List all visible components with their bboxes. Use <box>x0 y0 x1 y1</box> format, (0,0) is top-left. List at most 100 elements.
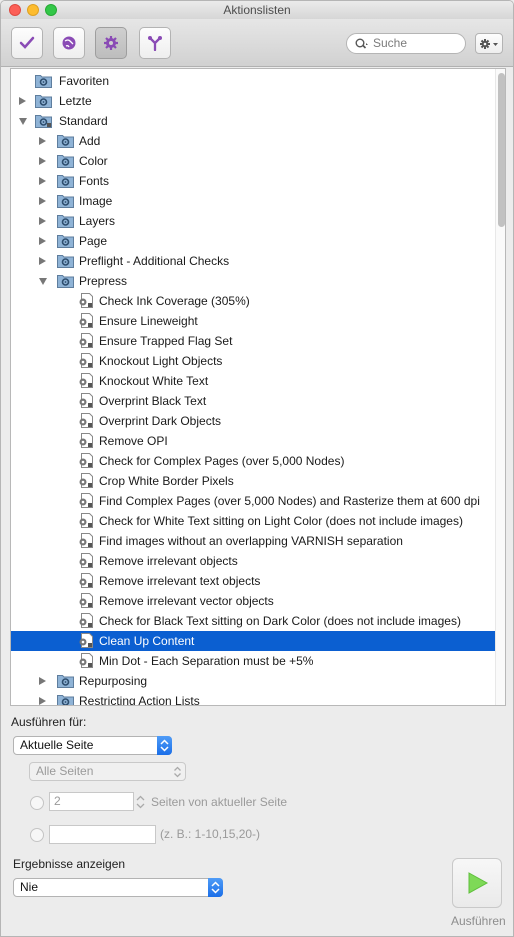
tree-item-label: Overprint Black Text <box>99 394 207 408</box>
folder-icon <box>57 273 74 288</box>
check-button[interactable] <box>11 27 43 59</box>
page-range-hint: (z. B.: 1-10,15,20-) <box>160 827 261 841</box>
run-button-label: Ausführen <box>451 914 506 928</box>
vertical-scrollbar[interactable] <box>495 69 505 705</box>
disclosure-closed-icon[interactable] <box>39 197 46 205</box>
tree-folder[interactable]: Layers <box>11 211 495 231</box>
tree-folder[interactable]: Repurposing <box>11 671 495 691</box>
tree-item-label: Remove irrelevant vector objects <box>99 594 274 608</box>
action-list-item[interactable]: Clean Up Content <box>11 631 495 651</box>
tree-item-label: Image <box>79 194 113 208</box>
tree-item-label: Remove irrelevant text objects <box>99 574 261 588</box>
pages-select[interactable]: Alle Seiten <box>29 762 186 781</box>
gear-menu-button[interactable] <box>475 33 503 54</box>
tree-item-label: Knockout Light Objects <box>99 354 223 368</box>
action-list-item[interactable]: Remove irrelevant objects <box>11 551 495 571</box>
run-for-select[interactable]: Aktuelle Seite <box>13 736 172 755</box>
folder-icon <box>35 93 52 108</box>
action-list-icon <box>77 553 94 568</box>
tree-item-label: Color <box>79 154 108 168</box>
action-list-item[interactable]: Find images without an overlapping VARNI… <box>11 531 495 551</box>
action-list-icon <box>77 653 94 668</box>
zoom-window-button[interactable] <box>45 4 57 16</box>
action-list-item[interactable]: Remove irrelevant text objects <box>11 571 495 591</box>
action-list-item[interactable]: Remove irrelevant vector objects <box>11 591 495 611</box>
action-list-item[interactable]: Crop White Border Pixels <box>11 471 495 491</box>
page-range-field[interactable] <box>49 825 156 844</box>
action-list-item[interactable]: Overprint Dark Objects <box>11 411 495 431</box>
disclosure-closed-icon[interactable] <box>39 177 46 185</box>
action-list-item[interactable]: Remove OPI <box>11 431 495 451</box>
disclosure-closed-icon[interactable] <box>39 217 46 225</box>
folder-icon <box>57 673 74 688</box>
tree-folder[interactable]: Page <box>11 231 495 251</box>
search-input[interactable]: Suche <box>346 33 466 54</box>
pages-count-field[interactable]: 2 <box>49 792 145 811</box>
close-window-button[interactable] <box>9 4 21 16</box>
disclosure-closed-icon[interactable] <box>39 677 46 685</box>
disclosure-closed-icon[interactable] <box>39 157 46 165</box>
run-button[interactable] <box>452 858 502 908</box>
scrollbar-thumb[interactable] <box>498 73 505 227</box>
action-list-icon <box>77 393 94 408</box>
action-list-item[interactable]: Check for Complex Pages (over 5,000 Node… <box>11 451 495 471</box>
tree-folder[interactable]: Favoriten <box>11 71 495 91</box>
tree-folder[interactable]: Preflight - Additional Checks <box>11 251 495 271</box>
action-list-tree[interactable]: Restricting Action Lists Repurposing Min D… <box>10 68 506 706</box>
disclosure-closed-icon[interactable] <box>39 257 46 265</box>
action-list-item[interactable]: Find Complex Pages (over 5,000 Nodes) an… <box>11 491 495 511</box>
search-placeholder: Suche <box>373 36 408 50</box>
settings-button[interactable] <box>95 27 127 59</box>
action-list-item[interactable]: Check Ink Coverage (305%) <box>11 291 495 311</box>
action-list-item[interactable]: Check for Black Text sitting on Dark Col… <box>11 611 495 631</box>
fork-filter-button[interactable] <box>139 27 171 59</box>
disclosure-open-icon[interactable] <box>19 118 27 125</box>
disclosure-closed-icon[interactable] <box>39 237 46 245</box>
pages-count-radio[interactable] <box>30 796 44 810</box>
window-title: Aktionslisten <box>223 3 291 17</box>
tree-folder[interactable]: Add <box>11 131 495 151</box>
disclosure-closed-icon[interactable] <box>19 97 26 105</box>
disclosure-open-icon[interactable] <box>39 278 47 285</box>
action-list-icon <box>77 613 94 628</box>
action-list-icon <box>77 573 94 588</box>
tree-folder[interactable]: Prepress <box>11 271 495 291</box>
results-select[interactable]: Nie <box>13 878 223 897</box>
tree-folder[interactable]: Letzte <box>11 91 495 111</box>
tree-folder[interactable]: Fonts <box>11 171 495 191</box>
tree-item-label: Check Ink Coverage (305%) <box>99 294 250 308</box>
gear-icon <box>104 36 118 50</box>
globe-button[interactable] <box>53 27 85 59</box>
tree-item-label: Remove irrelevant objects <box>99 554 238 568</box>
minimize-window-button[interactable] <box>27 4 39 16</box>
action-list-item[interactable]: Ensure Trapped Flag Set <box>11 331 495 351</box>
action-list-item[interactable]: Overprint Black Text <box>11 391 495 411</box>
globe-icon <box>62 36 76 50</box>
tree-folder[interactable]: Standard <box>11 111 495 131</box>
action-list-item[interactable]: Check for White Text sitting on Light Co… <box>11 511 495 531</box>
tree-folder[interactable]: Image <box>11 191 495 211</box>
tree-item-label: Check for White Text sitting on Light Co… <box>99 514 463 528</box>
action-list-item[interactable]: Knockout Light Objects <box>11 351 495 371</box>
disclosure-closed-icon[interactable] <box>39 137 46 145</box>
folder-icon <box>35 113 52 128</box>
action-list-icon <box>77 593 94 608</box>
run-for-label: Ausführen für: <box>11 715 87 729</box>
folder-icon <box>57 173 74 188</box>
folder-icon <box>57 153 74 168</box>
toolbar: Suche <box>1 19 513 67</box>
tree-folder[interactable]: Color <box>11 151 495 171</box>
disclosure-closed-icon[interactable] <box>39 697 46 705</box>
tree-item-label: Prepress <box>79 274 128 288</box>
pages-select-value: Alle Seiten <box>36 764 94 778</box>
action-list-item[interactable]: Min Dot - Each Separation must be +5% <box>11 651 495 671</box>
page-range-radio[interactable] <box>30 828 44 842</box>
actionlists-window: Aktionslisten Suche Restricting Action L… <box>0 0 514 937</box>
tree-folder[interactable]: Restricting Action Lists <box>11 691 495 705</box>
folder-icon <box>57 693 74 705</box>
tree-item-label: Remove OPI <box>99 434 168 448</box>
action-list-item[interactable]: Ensure Lineweight <box>11 311 495 331</box>
tree-item-label: Letzte <box>59 94 92 108</box>
action-list-item[interactable]: Knockout White Text <box>11 371 495 391</box>
stepper-arrows-icon[interactable] <box>135 795 146 809</box>
